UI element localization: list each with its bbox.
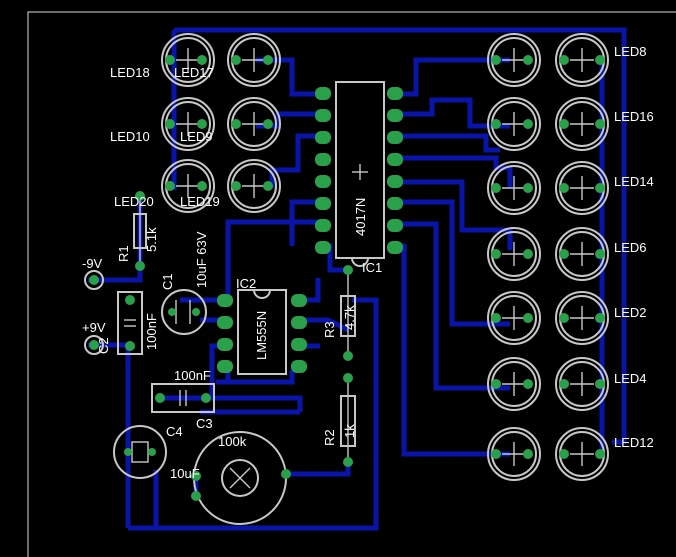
led-label: LED6 <box>614 240 647 255</box>
led <box>487 357 541 411</box>
r3-value: 4.7k <box>342 305 357 330</box>
capacitor-c1 <box>161 289 207 335</box>
c1-value: 10uF 63V <box>194 231 209 288</box>
led <box>227 97 281 151</box>
led <box>227 159 281 213</box>
r1-value: 5.1k <box>144 227 159 252</box>
led <box>555 227 609 281</box>
pcb-layout: LED18 LED17 LED10 LED9 LED20 LED19 LED8 … <box>27 11 676 557</box>
ic1-value: 4017N <box>353 198 368 236</box>
led <box>487 33 541 87</box>
led-label: LED16 <box>614 109 654 124</box>
resistor-r2 <box>340 373 356 467</box>
led <box>555 97 609 151</box>
ic1-name: IC1 <box>362 260 382 275</box>
led <box>487 427 541 481</box>
led <box>555 357 609 411</box>
led-label: LED18 <box>110 65 150 80</box>
led-label: LED19 <box>180 194 220 209</box>
led-label: LED4 <box>614 371 647 386</box>
led <box>487 161 541 215</box>
led-label: LED20 <box>114 194 154 209</box>
c2-value: 100nF <box>144 313 159 350</box>
led <box>555 291 609 345</box>
led <box>227 33 281 87</box>
c1-name: C1 <box>160 273 175 290</box>
led-label: LED10 <box>110 129 150 144</box>
r2-value: 1k <box>342 424 357 438</box>
power-pos-label: +9V <box>82 320 106 335</box>
pot-value: 100k <box>218 434 247 449</box>
capacitor-c4 <box>113 425 167 479</box>
r2-name: R2 <box>322 429 337 446</box>
led-label: LED2 <box>614 305 647 320</box>
led-label: LED14 <box>614 174 654 189</box>
c4-name: C4 <box>166 424 183 439</box>
led <box>555 427 609 481</box>
led <box>555 161 609 215</box>
led-label: LED17 <box>174 65 214 80</box>
c3-value: 100nF <box>174 368 211 383</box>
led-label: LED12 <box>614 435 654 450</box>
led <box>487 291 541 345</box>
silkscreen-labels: LED18 LED17 LED10 LED9 LED20 LED19 LED8 … <box>82 44 654 481</box>
led-label: LED8 <box>614 44 647 59</box>
ic2-value: LM555N <box>254 311 269 360</box>
ic2-name: IC2 <box>236 276 256 291</box>
c4-value: 10uF <box>170 466 200 481</box>
led <box>555 33 609 87</box>
led <box>487 227 541 281</box>
r1-name: R1 <box>116 245 131 262</box>
power-neg-label: -9V <box>82 256 103 271</box>
r3-name: R3 <box>322 321 337 338</box>
led <box>487 97 541 151</box>
led-label: LED9 <box>180 129 213 144</box>
c3-name: C3 <box>196 416 213 431</box>
ic1-chip <box>315 81 403 267</box>
c2-name: C2 <box>96 337 111 354</box>
